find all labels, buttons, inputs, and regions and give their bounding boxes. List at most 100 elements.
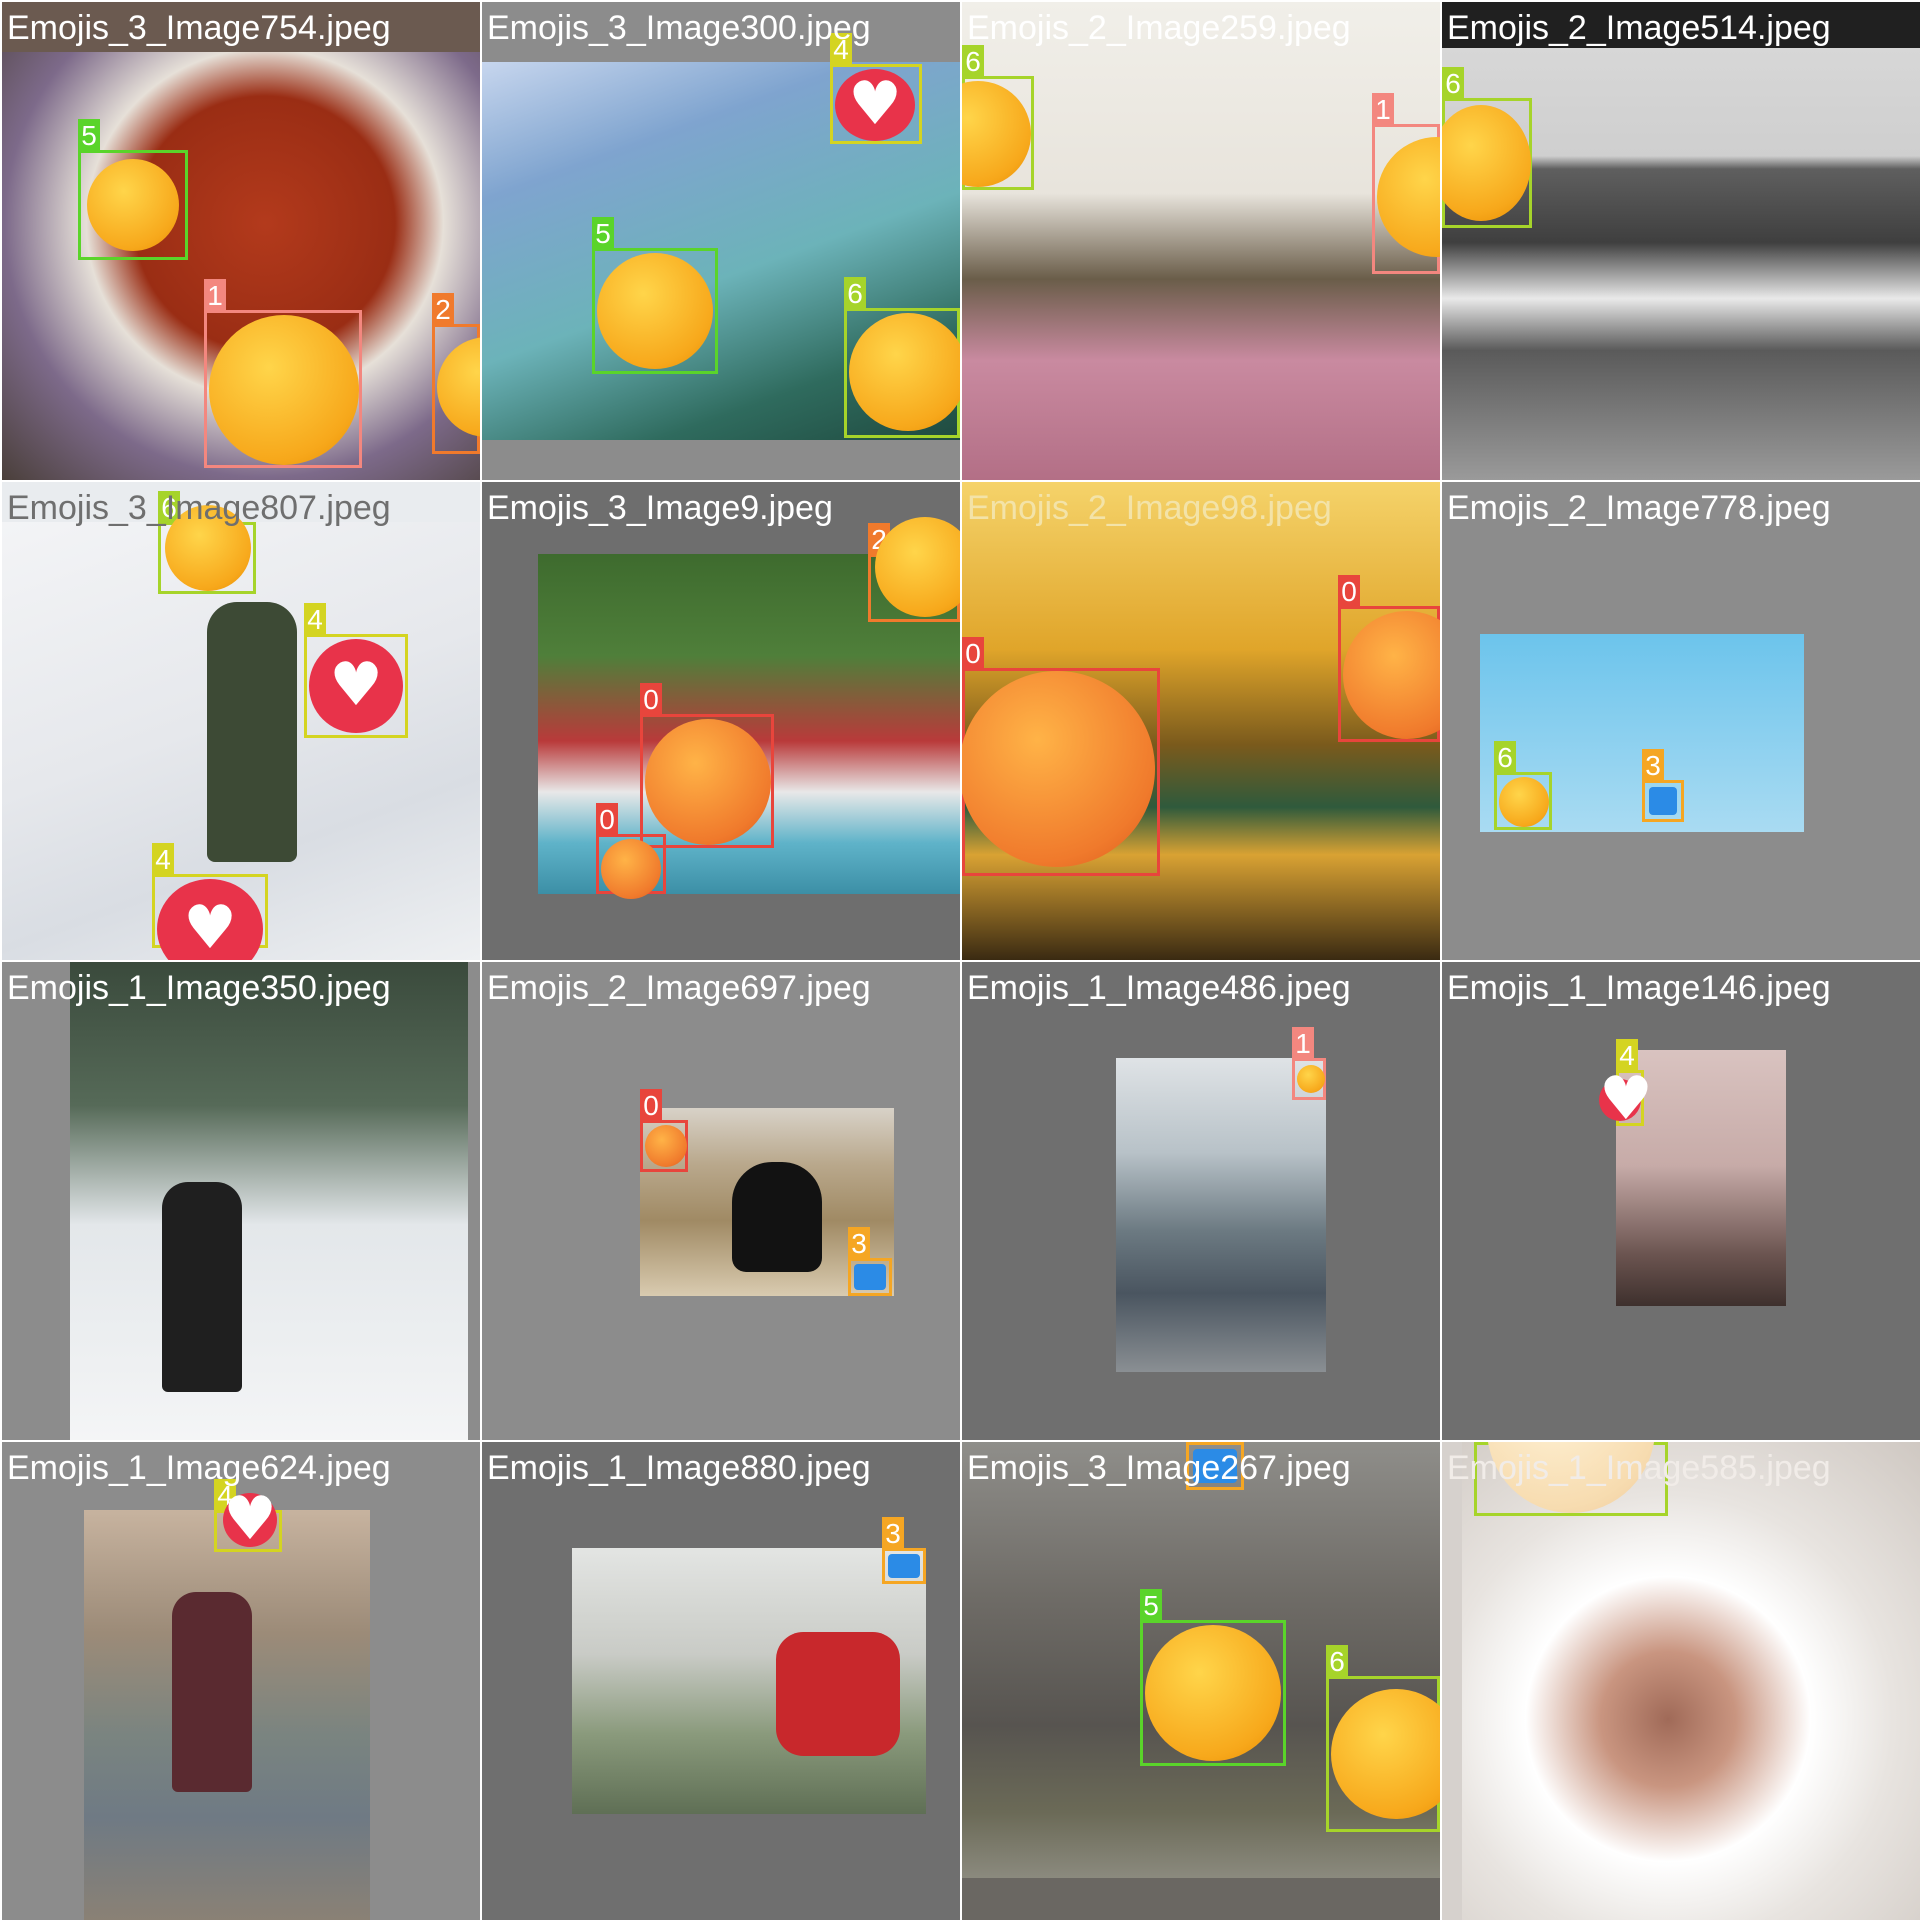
heart-reaction-icon <box>223 1493 277 1547</box>
class-id-tag: 6 <box>1326 1645 1348 1679</box>
tile-filename: Emojis_3_Image300.jpeg <box>487 9 871 47</box>
tile-photo-subject <box>732 1162 822 1272</box>
class-id-tag: 3 <box>882 1517 904 1551</box>
class-id-tag: 5 <box>78 119 100 153</box>
tile-filename: Emojis_2_Image98.jpeg <box>967 489 1332 527</box>
tile-photo <box>962 2 1440 480</box>
class-id-tag: 1 <box>1292 1027 1314 1061</box>
class-id-tag: 0 <box>640 1089 662 1123</box>
mosaic-grid: 5 1 2 Emojis_3_Image754.jpeg 4 5 6 Emoji… <box>0 0 1920 1920</box>
class-id-tag: 6 <box>1494 741 1516 775</box>
stop-sign <box>776 1632 900 1756</box>
detection-box: 5 <box>78 119 188 260</box>
image-tile: 6 3 Emojis_2_Image778.jpeg <box>1442 482 1920 960</box>
detection-box: 6 <box>844 277 960 438</box>
class-id-tag: 6 <box>1442 67 1464 101</box>
detection-box: 0 <box>596 803 666 899</box>
emoji-face-icon <box>1331 1689 1440 1819</box>
class-id-tag: 1 <box>1372 93 1394 127</box>
emoji-face-icon <box>1297 1065 1325 1093</box>
tile-filename: Emojis_1_Image486.jpeg <box>967 969 1351 1007</box>
class-id-tag: 6 <box>844 277 866 311</box>
detection-box: 1 <box>1372 93 1440 274</box>
tile-filename: Emojis_1_Image146.jpeg <box>1447 969 1831 1007</box>
class-id-tag: 4 <box>152 843 174 877</box>
image-tile: 3 Emojis_1_Image880.jpeg <box>482 1442 960 1920</box>
tile-filename: Emojis_1_Image880.jpeg <box>487 1449 871 1487</box>
heart-reaction-icon <box>835 69 915 141</box>
tile-photo-subject <box>162 1182 242 1392</box>
image-tile: Emojis_1_Image350.jpeg <box>2 962 480 1440</box>
class-id-tag: 1 <box>204 279 226 313</box>
emoji-face-icon <box>1377 137 1440 257</box>
detection-box: 0 <box>640 1089 688 1172</box>
emoji-face-icon <box>645 719 771 845</box>
class-id-tag: 3 <box>1642 749 1664 783</box>
detection-box: 0 <box>962 637 1160 876</box>
emoji-face-icon <box>962 81 1031 187</box>
emoji-face-icon <box>601 839 661 899</box>
heart-reaction-icon <box>157 879 263 960</box>
detection-box: 6 <box>962 45 1034 190</box>
tile-filename: Emojis_2_Image778.jpeg <box>1447 489 1831 527</box>
detection-box: 0 <box>640 683 774 848</box>
detection-box: 4 <box>214 1479 282 1552</box>
emoji-face-icon <box>1343 611 1440 739</box>
tile-photo-subject <box>207 602 297 862</box>
detection-box: 3 <box>882 1517 926 1584</box>
detection-box: 6 <box>1494 741 1552 830</box>
detection-box: 2 <box>868 517 960 622</box>
tile-filename: Emojis_1_Image350.jpeg <box>7 969 391 1007</box>
detection-box: 2 <box>432 293 480 454</box>
class-id-tag: 0 <box>962 637 984 671</box>
tile-filename: Emojis_1_Image624.jpeg <box>7 1449 391 1487</box>
emoji-face-icon <box>875 517 960 617</box>
tile-filename: Emojis_2_Image697.jpeg <box>487 969 871 1007</box>
heart-reaction-icon <box>309 639 403 733</box>
image-tile: 1 Emojis_1_Image486.jpeg <box>962 962 1440 1440</box>
tile-photo <box>1116 1058 1326 1372</box>
class-id-tag: 0 <box>640 683 662 717</box>
emoji-face-icon <box>87 159 179 251</box>
class-id-tag: 5 <box>1140 1589 1162 1623</box>
tile-filename: Emojis_3_Image754.jpeg <box>7 9 391 47</box>
detection-box: 6 <box>1442 67 1532 228</box>
thumbs-down-icon <box>1649 787 1677 815</box>
tile-filename: Emojis_3_Image807.jpeg <box>7 489 391 527</box>
emoji-face-icon <box>962 671 1155 867</box>
image-tile: 0 0 Emojis_2_Image98.jpeg <box>962 482 1440 960</box>
emoji-face-icon <box>1442 105 1531 221</box>
detection-box: 1 <box>204 279 362 468</box>
emoji-face-icon <box>849 313 960 431</box>
tile-filename: Emojis_3_Image267.jpeg <box>967 1449 1351 1487</box>
detection-box: 6 <box>158 491 256 594</box>
detection-box: 3 <box>1642 749 1684 822</box>
detection-box: 5 <box>1140 1589 1286 1766</box>
thumbs-up-icon <box>854 1264 886 1290</box>
heart-reaction-icon <box>1599 1079 1641 1121</box>
image-tile: 6 1 Emojis_2_Image259.jpeg <box>962 2 1440 480</box>
tile-photo-subject <box>172 1592 252 1792</box>
detection-box: 1 <box>1292 1027 1326 1100</box>
thumbs-up-icon <box>888 1554 920 1578</box>
detection-box: 0 <box>1338 575 1440 742</box>
image-tile: 4 Emojis_1_Image146.jpeg <box>1442 962 1920 1440</box>
tile-filename: Emojis_2_Image514.jpeg <box>1447 9 1831 47</box>
class-id-tag: 3 <box>848 1227 870 1261</box>
image-tile: 6 4 4 Emojis_3_Image807.jpeg <box>2 482 480 960</box>
emoji-face-icon <box>437 337 480 437</box>
emoji-face-icon <box>597 253 713 369</box>
image-tile: 0 3 Emojis_2_Image697.jpeg <box>482 962 960 1440</box>
class-id-tag: 5 <box>592 217 614 251</box>
class-id-tag: 0 <box>596 803 618 837</box>
tile-filename: Emojis_1_Image585.jpeg <box>1447 1449 1831 1487</box>
emoji-face-icon <box>1145 1625 1281 1761</box>
image-tile: 4 Emojis_1_Image624.jpeg <box>2 1442 480 1920</box>
image-tile: 3 5 6 Emojis_3_Image267.jpeg <box>962 1442 1440 1920</box>
emoji-face-icon <box>209 315 359 465</box>
emoji-face-icon <box>645 1125 687 1167</box>
class-id-tag: 4 <box>304 603 326 637</box>
detection-box: 4 <box>830 33 922 144</box>
detection-box: 4 <box>1599 1039 1644 1126</box>
detection-box: 4 <box>152 843 268 960</box>
